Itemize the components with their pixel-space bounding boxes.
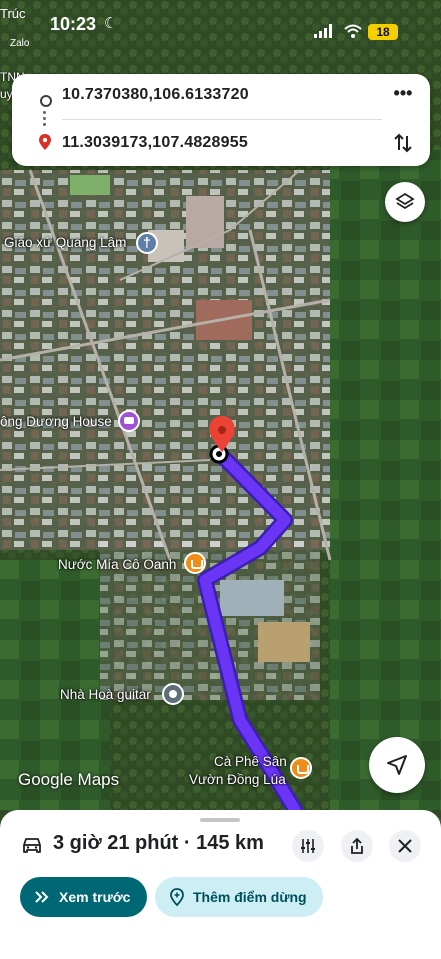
map-label-cafe[interactable]: Cà Phê Sân <box>214 754 287 769</box>
sheet-drag-handle[interactable] <box>200 818 240 822</box>
more-options-icon[interactable]: ••• <box>390 82 416 108</box>
clock: 10:23 <box>50 14 97 34</box>
google-maps-logo: Google Maps <box>18 770 120 789</box>
navigation-arrow-icon <box>387 755 407 775</box>
cup-poi-icon[interactable] <box>290 757 312 779</box>
layers-icon <box>395 192 415 210</box>
map-label-church[interactable]: Giáo xứ Quang Lâm <box>4 235 126 250</box>
church-poi-icon[interactable]: † <box>136 232 158 254</box>
origin-field[interactable]: 10.7370380,106.6133720 <box>12 80 392 110</box>
camera-poi-icon[interactable] <box>118 410 140 432</box>
car-icon <box>23 838 41 853</box>
add-location-icon <box>170 888 184 906</box>
divider <box>62 119 382 120</box>
map-label-cafe-line2[interactable]: Vườn Đồng Lúa <box>189 772 286 787</box>
close-icon <box>398 839 412 853</box>
route-input-card: 10.7370380,106.6133720 11.3039173,107.48… <box>12 74 430 166</box>
place-poi-icon[interactable] <box>162 683 184 705</box>
signal-icon <box>314 24 332 38</box>
preview-label: Xem trước <box>59 889 131 905</box>
directions-bottom-sheet: 3 giờ 21 phút · 145 km Xem trước Thêm đi… <box>0 810 441 959</box>
double-chevron-icon <box>35 891 49 903</box>
carrier-label: Trúc <box>0 6 26 21</box>
battery-indicator: 18 <box>368 24 398 40</box>
map-label-house[interactable]: ông Dương House <box>0 414 112 429</box>
notification-label: Zalo <box>10 38 30 49</box>
tune-icon <box>301 839 315 853</box>
swap-icon[interactable] <box>390 130 416 156</box>
trip-summary: 3 giờ 21 phút · 145 km <box>53 832 264 854</box>
map-label-guitar[interactable]: Nhà Hoà guitar <box>60 687 151 702</box>
route-options-button[interactable] <box>292 830 324 862</box>
destination-coordinates: 11.3039173,107.4828955 <box>62 134 248 151</box>
add-stop-label: Thêm điểm dừng <box>193 889 307 905</box>
destination-pin-small-icon <box>39 134 51 150</box>
origin-coordinates: 10.7370380,106.6133720 <box>62 86 249 103</box>
moon-icon: ☾ <box>104 15 118 32</box>
map-label-drink[interactable]: Nước Mía Cô Oanh <box>58 557 176 572</box>
route-dots-icon <box>43 111 47 127</box>
recenter-button[interactable] <box>369 737 425 793</box>
cup-poi-icon[interactable] <box>184 552 206 574</box>
share-icon <box>351 837 363 854</box>
origin-circle-icon <box>40 95 52 107</box>
preview-button[interactable]: Xem trước <box>20 877 147 917</box>
layers-button[interactable] <box>385 182 425 222</box>
close-button[interactable] <box>389 830 421 862</box>
status-bar: Trúc 10:23 ☾ Zalo 18 <box>0 0 441 49</box>
destination-field[interactable]: 11.3039173,107.4828955 <box>12 128 392 158</box>
share-button[interactable] <box>341 830 373 862</box>
add-stop-button[interactable]: Thêm điểm dừng <box>155 877 323 917</box>
wifi-icon <box>344 24 362 38</box>
